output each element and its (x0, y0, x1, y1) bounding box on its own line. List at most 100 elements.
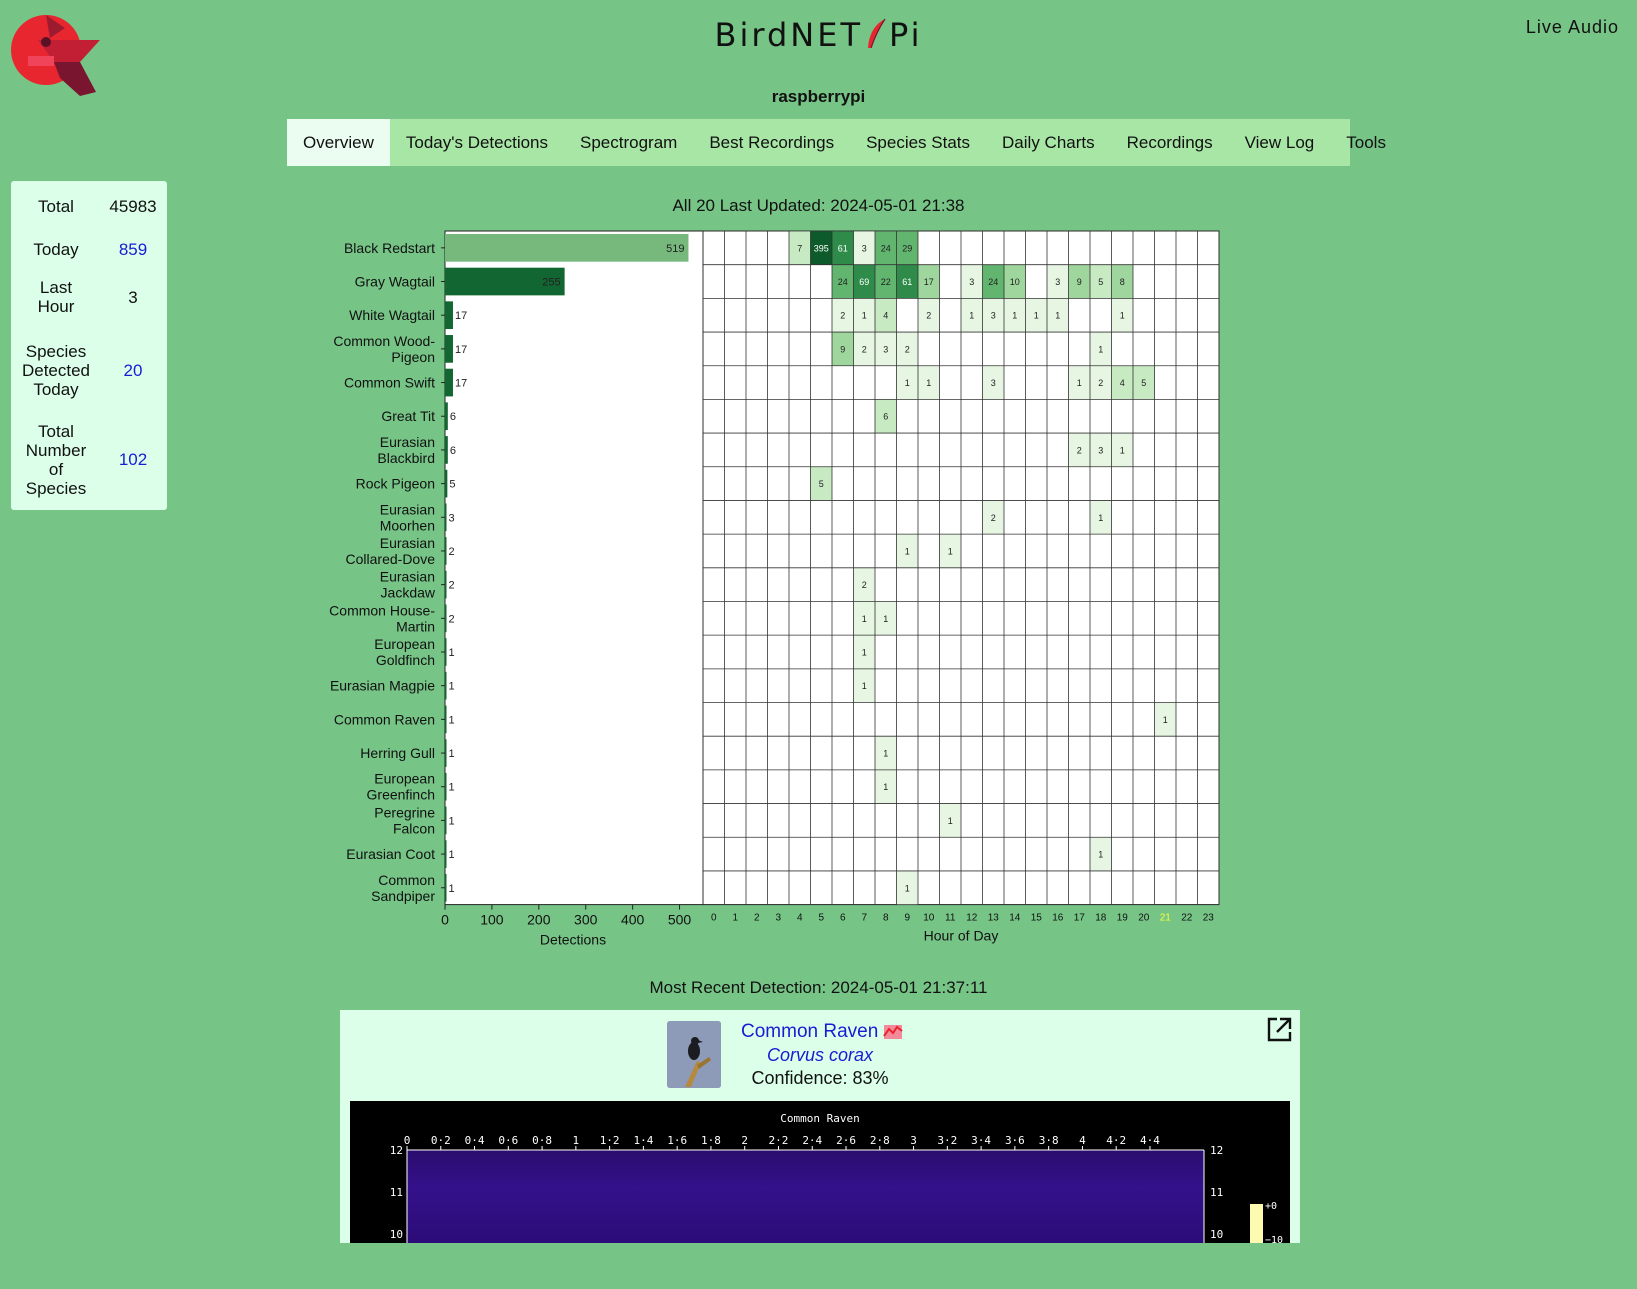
species-label-line: Greenfinch (367, 787, 435, 803)
bar-16[interactable] (445, 772, 447, 801)
heatmap-cell-value: 1 (862, 311, 867, 321)
bar-10[interactable] (445, 570, 447, 599)
bar-12[interactable] (445, 638, 447, 666)
spec-x-tick-label: 1·8 (701, 1134, 721, 1147)
bar-2[interactable] (445, 301, 453, 330)
x-tick-label: 500 (668, 912, 692, 928)
heatmap-cell-value: 1 (1098, 344, 1103, 354)
bar-0[interactable] (445, 234, 689, 262)
species-label[interactable]: Eurasian Coot (346, 846, 435, 862)
heatmap-cell-value: 1 (926, 378, 931, 388)
species-label[interactable]: Herring Gull (360, 745, 435, 761)
species-label[interactable]: Common Wood-Pigeon (333, 333, 435, 365)
heatmap-cell-value: 1 (1055, 311, 1060, 321)
species-label[interactable]: Rock Pigeon (356, 476, 435, 492)
spec-x-tick-label: 1·2 (600, 1134, 620, 1147)
spec-x-tick-label: 0·4 (465, 1134, 485, 1147)
hour-tick-label: 3 (775, 913, 781, 924)
heatmap-cell-value: 1 (1120, 311, 1125, 321)
bar-14[interactable] (445, 705, 447, 734)
heatmap-cell-value: 3 (883, 344, 888, 354)
species-label-line: Common (378, 872, 435, 888)
heatmap-axis-label: Hour of Day (924, 928, 999, 944)
species-label[interactable]: Peregrine Falcon (374, 804, 435, 836)
bar-13[interactable] (445, 671, 447, 700)
heatmap-cell-value: 61 (838, 243, 848, 253)
bar-15[interactable] (445, 739, 447, 767)
species-label[interactable]: Eurasian Jackdaw (380, 569, 436, 601)
species-label[interactable]: Eurasian Collared-Dove (346, 535, 436, 567)
spec-y-tick-label-right: 12 (1210, 1144, 1223, 1157)
bar-6[interactable] (445, 436, 448, 464)
spec-y-tick-label-right: 11 (1210, 1186, 1223, 1199)
species-label[interactable]: Black Redstart (344, 240, 435, 256)
spectrogram-axes: 0 0·2 0·4 0·6 0·8 1 1·2 1·4 1·6 1·8 2 2·2 2·4 2·6 2·8 3… (390, 1134, 1283, 1243)
species-label[interactable]: Gray Wagtail (355, 274, 435, 290)
spec-y-tick-label: 11 (390, 1186, 403, 1199)
x-tick-label: 0 (441, 912, 449, 928)
heatmap-cell-value: 2 (1098, 378, 1103, 388)
bar-8[interactable] (445, 503, 447, 532)
hour-tick-label: 4 (797, 913, 803, 924)
species-label[interactable]: Eurasian Moorhen (380, 501, 435, 533)
species-label-line: European (374, 636, 435, 652)
heatmap-cell-value: 24 (988, 277, 998, 287)
species-label-line: Sandpiper (371, 888, 435, 904)
spec-x-tick-label: 1·6 (667, 1134, 687, 1147)
species-label-line: Common Wood- (333, 333, 435, 349)
species-label[interactable]: Common House-Martin (329, 602, 435, 634)
heatmap-cell-value: 3 (862, 243, 867, 253)
heatmap-cell-value: 1 (883, 782, 888, 792)
bar-17[interactable] (445, 806, 447, 835)
heatmap-cell-value: 69 (859, 277, 869, 287)
bar-4[interactable] (445, 368, 453, 397)
heatmap-cell-value: 1 (1120, 445, 1125, 455)
hour-tick-label: 9 (904, 913, 910, 924)
species-label[interactable]: Eurasian Blackbird (377, 434, 435, 466)
bar-3[interactable] (445, 335, 453, 363)
heatmap-cell-value: 3 (1098, 445, 1103, 455)
bar-19[interactable] (445, 873, 447, 902)
spec-x-tick-label: 2 (741, 1134, 748, 1147)
heatmap-cell-value: 17 (924, 277, 934, 287)
bar-5[interactable] (445, 402, 448, 431)
species-label[interactable]: Eurasian Magpie (330, 678, 435, 694)
hour-tick-label: 13 (988, 913, 1000, 924)
spec-x-tick-label: 4·2 (1106, 1134, 1126, 1147)
species-label[interactable]: Common Swift (344, 375, 435, 391)
species-label[interactable]: Great Tit (381, 408, 435, 424)
heatmap-cell-value: 9 (1077, 277, 1082, 287)
species-label[interactable]: Common Sandpiper (371, 872, 435, 904)
bar-value-label: 1 (449, 883, 455, 895)
species-label-line: Eurasian (380, 434, 435, 450)
spec-x-tick-label: 1 (573, 1134, 580, 1147)
species-scientific-name-link[interactable]: Corvus corax (340, 1045, 1300, 1066)
species-label[interactable]: White Wagtail (349, 307, 435, 323)
spec-x-tick-label: 3·4 (971, 1134, 991, 1147)
hour-tick-label: 16 (1052, 913, 1064, 924)
bar-plot-area (444, 230, 704, 906)
bar-18[interactable] (445, 840, 447, 868)
bar-11[interactable] (445, 604, 447, 633)
heatmap-cell-value: 2 (862, 344, 867, 354)
bar-9[interactable] (445, 537, 447, 565)
species-label-line: Common House- (329, 602, 435, 618)
spec-y-tick-label-right: 10 (1210, 1228, 1223, 1241)
heatmap-cell-value: 10 (1010, 277, 1020, 287)
spectrogram-image[interactable]: Common Raven 0 0·2 0·4 0·6 0·8 1 1·2 1·4 1·6 1·8 2… (350, 1101, 1290, 1243)
species-label-line: Moorhen (380, 517, 435, 533)
species-label[interactable]: European Greenfinch (367, 771, 435, 803)
heatmap-cell-value: 24 (838, 277, 848, 287)
species-label[interactable]: Common Raven (334, 711, 435, 727)
heatmap-cell-value: 2 (926, 311, 931, 321)
species-chart-icon[interactable] (883, 1022, 903, 1045)
hour-tick-label: 1 (732, 913, 738, 924)
bar-7[interactable] (445, 469, 448, 498)
species-common-name-link[interactable]: Common Raven (741, 1021, 878, 1043)
heatmap-cell-value: 395 (814, 243, 829, 253)
heatmap-cell-value: 29 (902, 243, 912, 253)
heatmap-cell-value: 1 (862, 614, 867, 624)
bar-value-label: 1 (449, 782, 455, 794)
external-link-icon[interactable] (1265, 1016, 1293, 1049)
species-label[interactable]: European Goldfinch (374, 636, 435, 668)
